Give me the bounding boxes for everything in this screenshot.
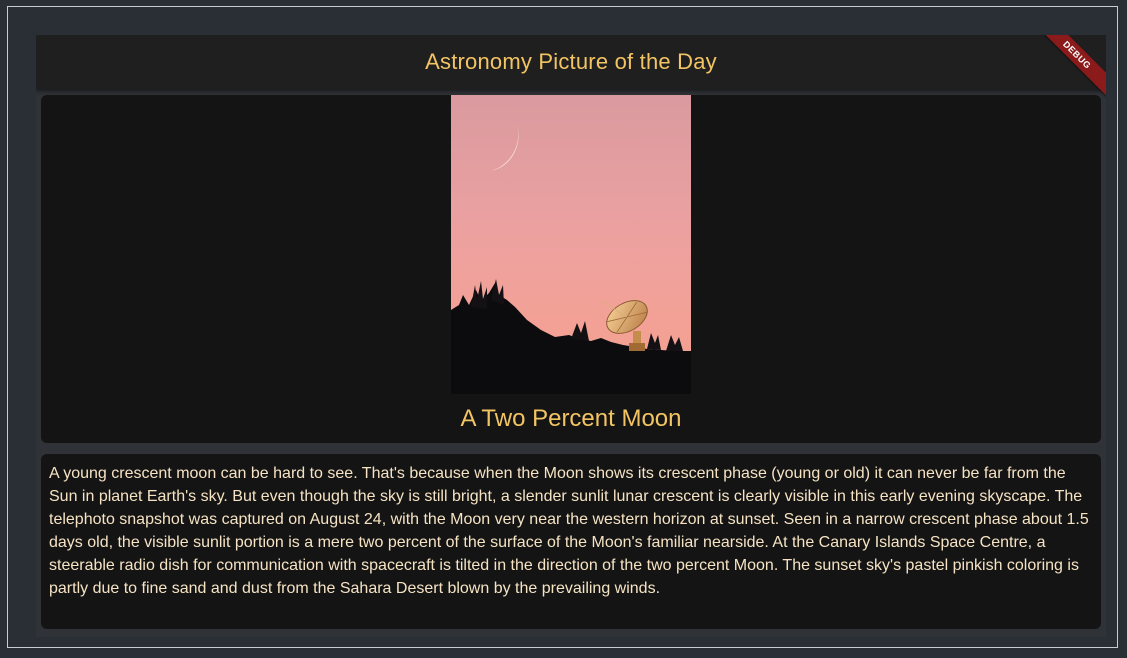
- description-card: A young crescent moon can be hard to see…: [41, 454, 1101, 629]
- app-title: Astronomy Picture of the Day: [425, 49, 717, 74]
- app-scaffold: Astronomy Picture of the Day DEBUG A Two…: [36, 35, 1106, 637]
- apod-title: A Two Percent Moon: [460, 405, 682, 432]
- app-bar: Astronomy Picture of the Day: [36, 35, 1106, 89]
- image-card: A Two Percent Moon: [41, 95, 1101, 443]
- apod-image: [451, 95, 691, 394]
- window-frame: Astronomy Picture of the Day DEBUG A Two…: [7, 6, 1118, 648]
- apod-explanation: A young crescent moon can be hard to see…: [49, 465, 1089, 597]
